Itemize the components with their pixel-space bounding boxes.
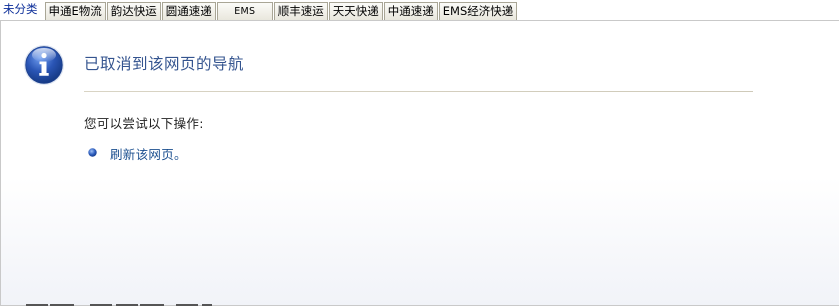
bullet-icon [88, 148, 97, 157]
tab-zto[interactable]: 中通速递 [383, 2, 438, 20]
category-tab-strip: 未分类 申通E物流 韵达快运 圆通速递 EMS 顺丰速运 天天快递 中通速递 E… [0, 0, 839, 20]
refresh-page-link[interactable]: 刷新该网页。 [110, 144, 187, 163]
tab-uncategorized[interactable]: 未分类 [0, 0, 42, 20]
page-title: 已取消到该网页的导航 [84, 55, 245, 73]
tab-ems-economy[interactable]: EMS经济快递 [438, 2, 518, 20]
browser-content-area: 未分类 申通E物流 韵达快运 圆通速递 EMS 顺丰速运 天天快递 中通速递 E… [0, 0, 839, 306]
tab-tiantian[interactable]: 天天快递 [328, 2, 383, 20]
tab-sf-express[interactable]: 顺丰速运 [273, 2, 328, 20]
tab-yto[interactable]: 圆通速递 [161, 2, 216, 20]
title-divider [84, 91, 753, 92]
tab-yunda[interactable]: 韵达快运 [106, 2, 161, 20]
tab-sto-express[interactable]: 申通E物流 [44, 2, 106, 20]
tab-ems[interactable]: EMS [216, 2, 273, 20]
info-icon [24, 45, 64, 85]
suggestion-text: 您可以尝试以下操作: [84, 116, 204, 131]
navigation-canceled-page: 已取消到该网页的导航 您可以尝试以下操作: 刷新该网页。 [0, 20, 839, 306]
